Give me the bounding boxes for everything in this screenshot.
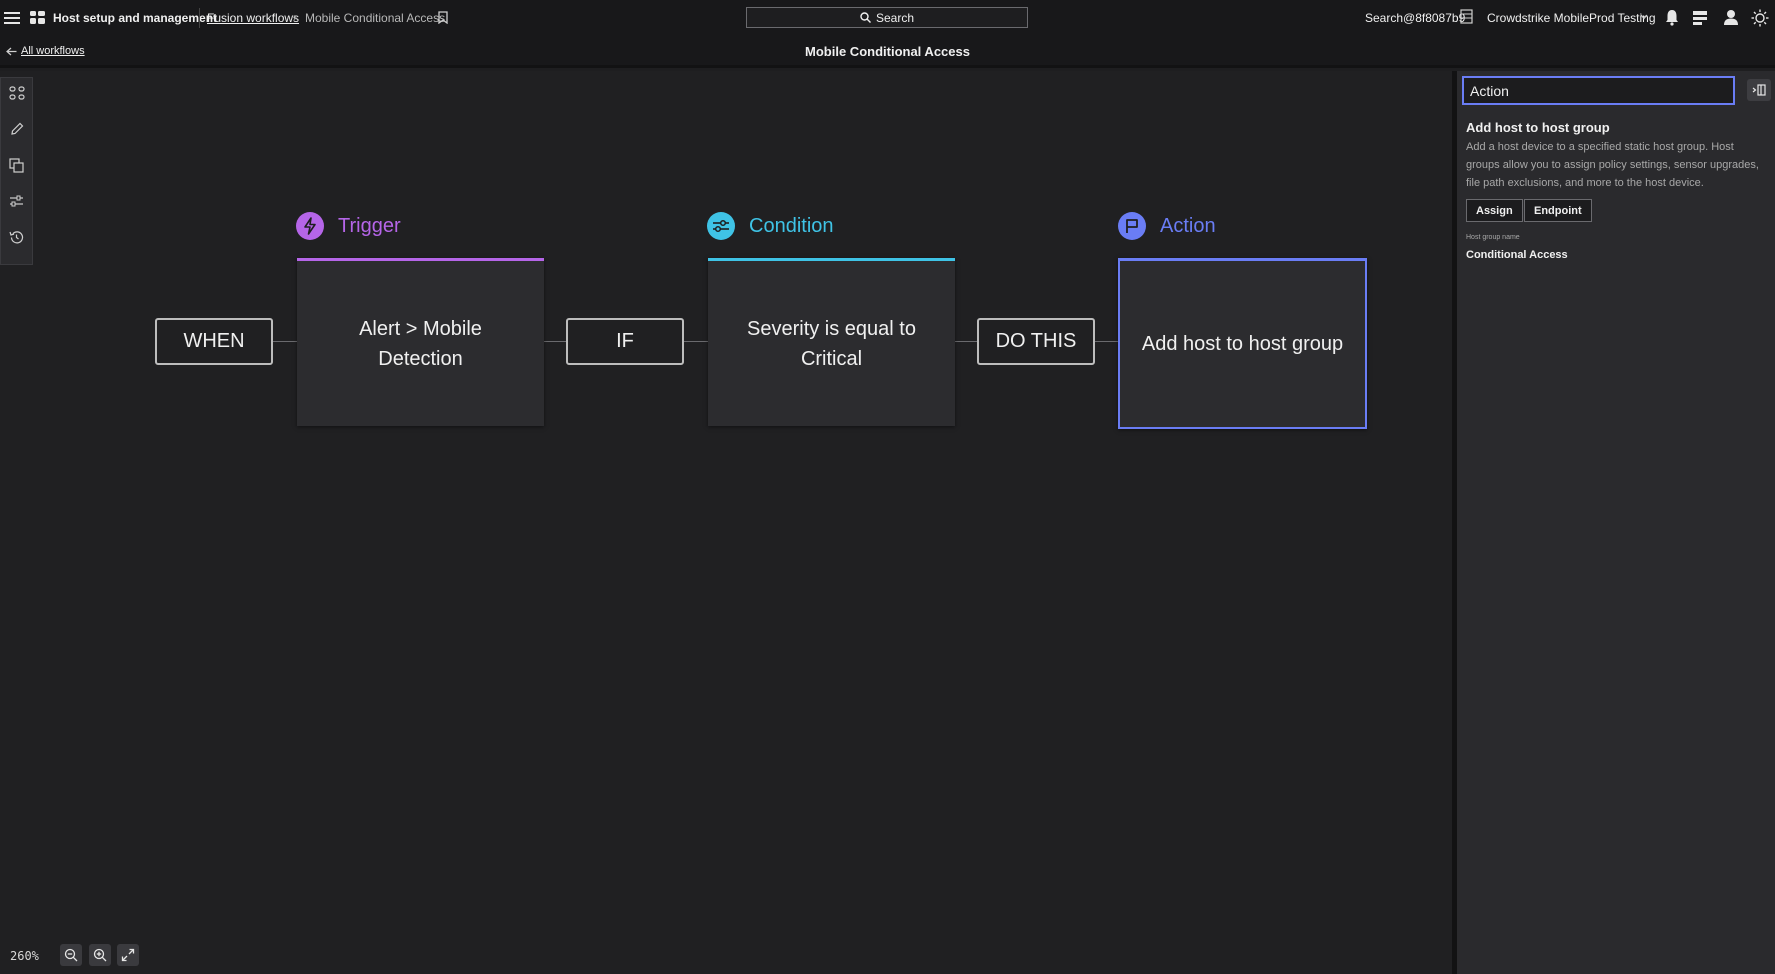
trigger-label: Trigger (338, 214, 401, 237)
app-title: Host setup and management (53, 11, 218, 25)
zoom-in-icon (93, 948, 107, 962)
menu-icon[interactable] (4, 9, 20, 27)
lightning-icon (296, 212, 324, 240)
zoom-out-icon (64, 948, 78, 962)
connector-line (1095, 341, 1119, 342)
tenant-selector[interactable]: Crowdstrike MobileProd Testing (1487, 11, 1656, 25)
connector-line (543, 341, 567, 342)
connector-line (954, 341, 978, 342)
do-this-connector: DO THIS (977, 318, 1095, 365)
news-icon[interactable] (1692, 9, 1708, 26)
settings-sliders-icon[interactable] (8, 192, 26, 210)
bell-icon[interactable] (1665, 9, 1679, 26)
workflow-canvas[interactable]: Trigger Condition Action WHEN IF DO THIS… (0, 71, 1452, 974)
workflow-map-icon[interactable] (8, 84, 26, 102)
chevron-down-icon[interactable] (1640, 14, 1648, 20)
condition-sliders-icon (707, 212, 735, 240)
if-connector: IF (566, 318, 684, 365)
back-to-workflows-link[interactable]: All workflows (6, 45, 85, 57)
history-icon[interactable] (8, 228, 26, 246)
sub-header: All workflows Mobile Conditional Access (0, 36, 1775, 68)
collapse-panel-button[interactable] (1747, 79, 1771, 101)
condition-label: Condition (749, 214, 834, 237)
action-label: Action (1160, 214, 1216, 237)
top-bar: Host setup and management Fusion workflo… (0, 0, 1775, 36)
trigger-card[interactable]: Alert > Mobile Detection (297, 258, 544, 426)
host-group-name-label: Host group name (1466, 234, 1520, 241)
action-details-panel: Action Add host to host group Add a host… (1457, 71, 1775, 974)
user-icon[interactable] (1723, 9, 1739, 26)
edit-pencil-icon[interactable] (8, 120, 26, 138)
breadcrumb-fusion-workflows[interactable]: Fusion workflows (207, 11, 299, 25)
user-id[interactable]: Search@8f8087b9 (1365, 11, 1465, 25)
theme-toggle-icon[interactable] (1751, 9, 1769, 27)
connector-line (684, 341, 708, 342)
zoom-in-button[interactable] (89, 944, 111, 966)
flag-icon (1118, 212, 1146, 240)
global-search-button[interactable]: Search (746, 7, 1028, 28)
search-icon (860, 12, 871, 23)
action-search-input[interactable]: Action (1462, 76, 1735, 105)
duplicate-icon[interactable] (8, 156, 26, 174)
expand-icon (121, 948, 135, 962)
header-divider (199, 8, 200, 28)
trigger-stage-header: Trigger (296, 212, 401, 240)
condition-card[interactable]: Severity is equal to Critical (708, 258, 955, 426)
collapse-panel-icon (1752, 84, 1766, 96)
action-description: Add a host device to a specified static … (1466, 141, 1759, 189)
canvas-toolbar (0, 77, 33, 265)
connector-line (272, 341, 297, 342)
tag-assign: Assign (1466, 199, 1523, 222)
bookmark-icon[interactable] (438, 11, 448, 24)
back-link-label: All workflows (21, 45, 85, 57)
page-title: Mobile Conditional Access (805, 44, 970, 59)
host-group-name-value: Conditional Access (1466, 249, 1568, 261)
search-label: Search (875, 10, 915, 25)
zoom-level: 260% (10, 949, 39, 963)
action-card[interactable]: Add host to host group (1118, 258, 1367, 429)
building-icon (1460, 9, 1473, 24)
action-heading: Add host to host group (1466, 120, 1610, 135)
breadcrumb-current: Mobile Conditional Access (305, 11, 446, 25)
condition-stage-header: Condition (707, 212, 834, 240)
app-module-icon[interactable] (30, 11, 45, 24)
fit-to-screen-button[interactable] (117, 944, 139, 966)
arrow-left-icon (6, 47, 17, 55)
when-connector: WHEN (155, 318, 273, 365)
tag-endpoint: Endpoint (1524, 199, 1592, 222)
zoom-out-button[interactable] (60, 944, 82, 966)
action-stage-header: Action (1118, 212, 1216, 240)
breadcrumb-separator: › (293, 10, 297, 24)
